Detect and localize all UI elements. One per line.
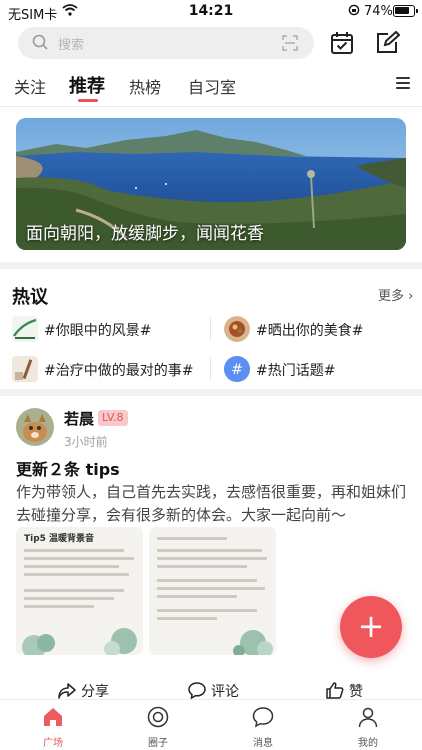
nav-circle[interactable]: 圈子 — [128, 706, 188, 749]
comment-label: 评论 — [211, 684, 239, 700]
more-label: 更多 — [378, 289, 405, 304]
level-badge: LV.8 — [98, 410, 128, 426]
image-text-line — [24, 565, 119, 568]
image-text-line — [157, 595, 237, 598]
chevron-right-icon: › — [408, 289, 414, 304]
post-image[interactable]: Tip5 温暖背景音 — [16, 527, 143, 655]
topic-label: #你眼中的风景# — [44, 323, 152, 339]
share-button[interactable]: 分享 — [58, 681, 109, 701]
topic-item[interactable]: #你眼中的风景# — [12, 316, 202, 346]
post-body[interactable]: 作为带领人，自己首先去实践，去感悟很重要，再和姐妹们去碰撞分享，会有很多新的体会… — [16, 481, 408, 527]
banner-caption: 面向朝阳，放缓脚步，闻闻花香 — [26, 224, 264, 244]
battery-percent: 74% — [364, 4, 393, 19]
topic-label: #热门话题# — [256, 363, 336, 379]
image-text-line — [157, 549, 262, 552]
food-thumbnail-icon — [224, 316, 250, 342]
nav-square[interactable]: 广场 — [23, 706, 83, 749]
comment-button[interactable]: 评论 — [188, 681, 239, 701]
tab-recommended[interactable]: 推荐 — [69, 72, 105, 98]
nav-label: 我的 — [358, 738, 378, 749]
nav-label: 广场 — [43, 738, 63, 749]
post-time: 3小时前 — [64, 435, 108, 449]
image-text-line — [24, 597, 114, 600]
message-icon — [252, 707, 274, 728]
image-text-line — [24, 589, 124, 592]
comment-icon — [188, 682, 206, 700]
section-divider — [0, 262, 422, 269]
active-tab-indicator — [78, 99, 98, 102]
featured-banner[interactable]: 面向朝阳，放缓脚步，闻闻花香 — [16, 118, 406, 250]
rotation-lock-icon — [348, 4, 360, 20]
image-text-line — [24, 573, 129, 576]
search-input[interactable]: 搜索 — [58, 34, 84, 53]
tab-following[interactable]: 关注 — [14, 74, 46, 98]
create-post-button[interactable]: + — [340, 596, 402, 658]
image-text-line — [157, 587, 265, 590]
tab-hot-list[interactable]: 热榜 — [129, 74, 161, 98]
svg-text:#: # — [231, 362, 243, 378]
post-title[interactable]: 更新２条 tips — [16, 456, 120, 480]
hashtag-icon: # — [224, 356, 250, 382]
circle-icon — [147, 706, 169, 728]
succulent-illustration — [22, 628, 137, 655]
like-label: 赞 — [349, 684, 363, 700]
post-image-title: Tip5 温暖背景音 — [24, 534, 95, 544]
hot-topics-title: 热议 — [12, 287, 48, 308]
menu-icon[interactable] — [396, 77, 410, 92]
profile-icon — [358, 707, 378, 728]
plus-icon: + — [357, 607, 385, 645]
nav-label: 圈子 — [148, 738, 168, 749]
topic-divider — [210, 318, 211, 340]
succulent-illustration — [233, 630, 273, 655]
image-text-line — [157, 557, 267, 560]
topic-label: #治疗中做的最对的事# — [44, 363, 194, 379]
image-text-line — [157, 537, 227, 540]
home-icon — [44, 708, 62, 726]
app-screen: 无SIM卡 14:21 74% 搜索 关注 推荐 热榜 自习室 面向朝阳，放缓脚… — [0, 0, 422, 750]
image-text-line — [24, 557, 134, 560]
image-text-line — [157, 565, 247, 568]
calendar-checkin-icon[interactable] — [329, 30, 357, 58]
topic-label: #晒出你的美食# — [256, 323, 364, 339]
topic-item[interactable]: # #热门话题# — [224, 356, 414, 386]
tab-study-room[interactable]: 自习室 — [188, 74, 236, 98]
landscape-thumbnail-icon — [12, 316, 38, 342]
battery-icon — [393, 5, 418, 17]
share-icon — [58, 683, 76, 699]
image-text-line — [24, 605, 94, 608]
avatar[interactable] — [16, 408, 54, 446]
nav-profile[interactable]: 我的 — [338, 706, 398, 749]
treatment-thumbnail-icon — [12, 356, 38, 382]
thumbs-up-icon — [326, 682, 344, 699]
image-text-line — [24, 549, 124, 552]
compose-icon[interactable] — [374, 30, 402, 58]
search-icon — [32, 34, 49, 55]
tab-divider — [0, 106, 422, 107]
search-bar[interactable]: 搜索 — [18, 27, 314, 59]
username[interactable]: 若晨 — [64, 408, 94, 429]
share-label: 分享 — [81, 684, 109, 700]
more-link[interactable]: 更多 › — [378, 285, 413, 304]
topic-item[interactable]: #治疗中做的最对的事# — [12, 356, 208, 386]
image-text-line — [157, 609, 257, 612]
topic-item[interactable]: #晒出你的美食# — [224, 316, 414, 346]
scan-icon[interactable] — [282, 35, 298, 55]
like-button[interactable]: 赞 — [326, 681, 363, 701]
nav-label: 消息 — [253, 738, 273, 749]
nav-messages[interactable]: 消息 — [233, 706, 293, 749]
post-image[interactable] — [149, 527, 276, 655]
bottom-nav: 广场 圈子 消息 我的 — [0, 699, 422, 750]
status-bar: 无SIM卡 14:21 74% — [0, 0, 422, 24]
topic-divider — [210, 358, 211, 380]
feed-tabs: 关注 推荐 热榜 自习室 — [0, 68, 422, 104]
image-text-line — [157, 579, 257, 582]
section-divider — [0, 389, 422, 396]
